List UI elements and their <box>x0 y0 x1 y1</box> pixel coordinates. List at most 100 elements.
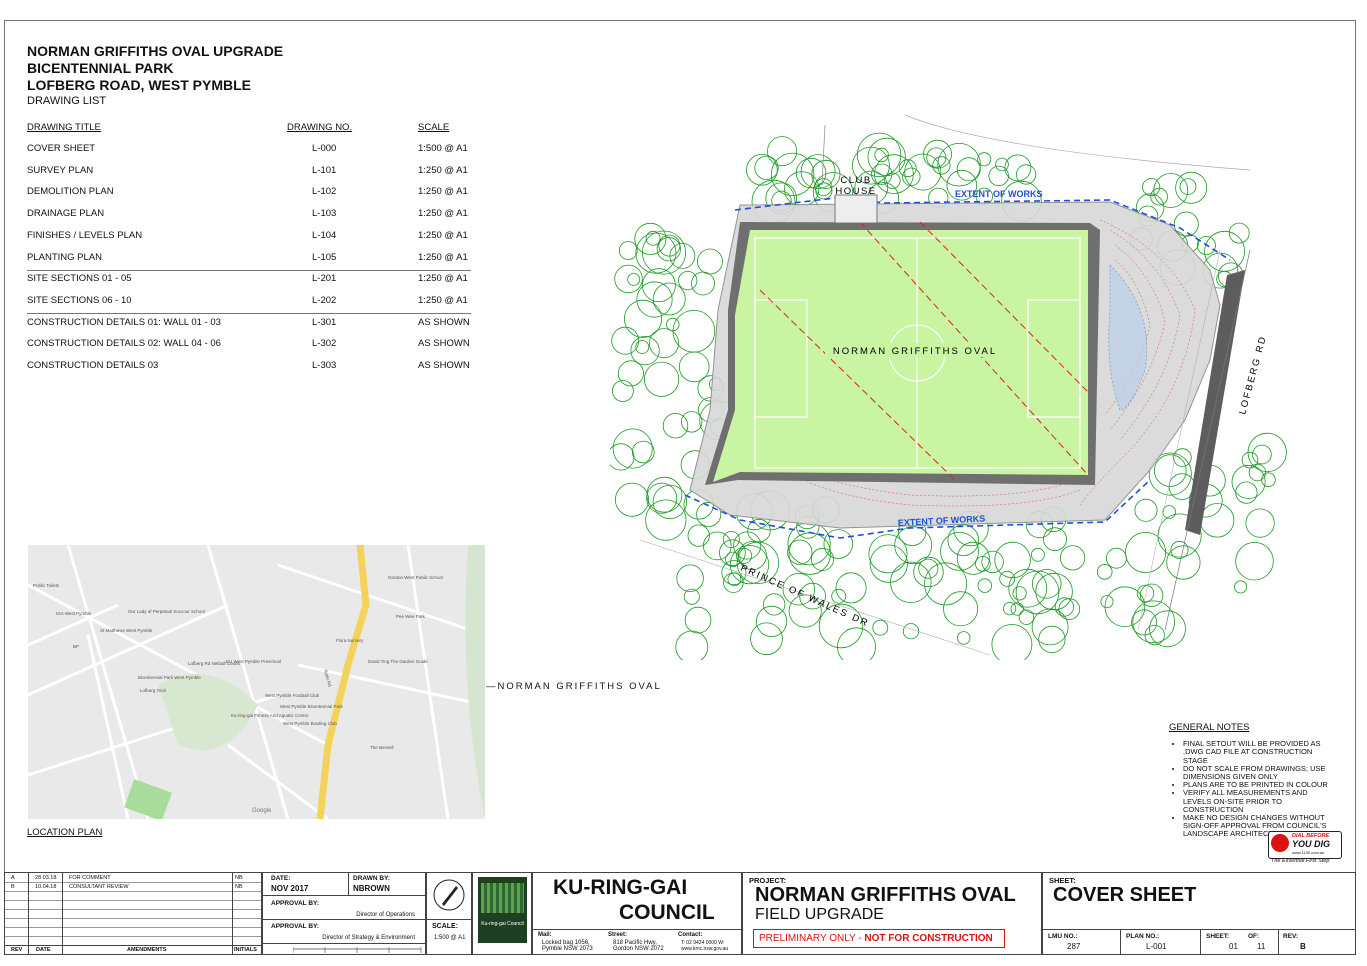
revision-header: REV DATE AMENDMENTS INITIALS <box>5 945 261 955</box>
drawing-scale: 1:250 @ A1 <box>418 208 468 220</box>
map-label: Bicentennial Park West Pymble <box>138 675 201 680</box>
drawing-number: L-202 <box>312 294 337 306</box>
tree-canopy <box>756 605 788 637</box>
project-block: PROJECT: NORMAN GRIFFITHS OVAL FIELD UPG… <box>742 872 1042 955</box>
revision-date: 28.03.18 <box>35 875 57 881</box>
revision-code: A <box>11 875 15 881</box>
drawing-list-row: SURVEY PLAN L-101 1:250 @ A1 <box>27 165 471 186</box>
map-label: KU West Pymble Preschool <box>226 659 281 664</box>
oval-label: NORMAN GRIFFITHS OVAL <box>833 346 997 357</box>
header-line-4: DRAWING LIST <box>27 95 107 107</box>
revision-initials: NB <box>235 875 243 881</box>
north-arrow-icon <box>433 879 465 911</box>
tree-canopy <box>1199 503 1235 538</box>
tree-canopy <box>614 482 650 517</box>
sheet-title: COVER SHEET <box>1053 884 1197 906</box>
council-logo: Ku-ring-gai Council <box>478 877 527 943</box>
date-value: NOV 2017 <box>271 884 309 893</box>
tree-canopy <box>614 264 643 294</box>
tree-canopy <box>1166 545 1201 580</box>
drawing-title: CONSTRUCTION DETAILS 02: WALL 04 - 06 <box>27 338 221 350</box>
drawing-list-row: FINISHES / LEVELS PLAN L-104 1:250 @ A1 <box>27 230 471 251</box>
map-label: Our Lady of Perpetual Succour School <box>128 609 205 614</box>
tree-canopy <box>1002 601 1017 616</box>
street-value: 818 Pacific Hwy, Gordon NSW 2072 <box>613 940 664 952</box>
contact-label: Contact: <box>678 932 703 938</box>
tree-canopy <box>1012 586 1027 601</box>
tree-canopy <box>643 361 680 397</box>
drawing-title: PLANTING PLAN <box>27 251 102 263</box>
map-label: Gordon West Public School <box>388 575 443 580</box>
drawing-scale: 1:250 @ A1 <box>418 251 468 263</box>
approval-block: DATE: NOV 2017 DRAWN BY: NBROWN APPROVAL… <box>262 872 426 955</box>
map-label: Ku-ring-gai Fitness And Aquatic Centre <box>231 713 309 718</box>
tree-canopy <box>991 624 1033 660</box>
drawing-title: FINISHES / LEVELS PLAN <box>27 229 143 241</box>
tree-canopy <box>1245 508 1275 538</box>
sheet-no-label: SHEET: <box>1206 933 1230 940</box>
approval-2-label: APPROVAL BY: <box>271 923 320 930</box>
tree-canopy <box>678 271 698 291</box>
tree-canopy <box>635 340 650 354</box>
drawing-title: CONSTRUCTION DETAILS 03 <box>27 360 159 371</box>
council-name-1: KU-RING-GAI <box>553 876 688 899</box>
tree-canopy <box>1018 609 1035 625</box>
drawing-number: L-101 <box>312 164 337 176</box>
drawing-title: DEMOLITION PLAN <box>27 186 114 198</box>
council-name-block: KU-RING-GAI COUNCIL Mail: Locked bag 105… <box>532 872 742 955</box>
drawing-list-divider <box>27 270 471 271</box>
map-label: Lofberg Oval <box>140 688 166 693</box>
tree-canopy <box>1010 602 1024 616</box>
header-line-3: LOFBERG ROAD, WEST PYMBLE <box>27 77 251 93</box>
tree-canopy <box>1004 154 1032 182</box>
council-name-2: COUNCIL <box>619 901 715 924</box>
tree-canopy <box>618 241 638 260</box>
sheet-block: SHEET: COVER SHEET LMU NO.: 287 PLAN NO.… <box>1042 872 1356 955</box>
tree-canopy <box>956 157 981 182</box>
tree-canopy <box>956 541 990 575</box>
map-label: David Ting The Garden Guide <box>368 659 428 664</box>
preliminary-stamp: PRELIMINARY ONLY - NOT FOR CONSTRUCTION <box>753 929 1005 948</box>
tree-canopy <box>672 310 716 353</box>
tree-canopy <box>1031 608 1069 646</box>
map-label: BP <box>73 644 79 649</box>
tree-canopy <box>675 630 709 660</box>
col-no-header: DRAWING NO. <box>287 122 353 133</box>
site-plan: CLUB HOUSE EXTENT OF WORKS EXTENT OF WOR… <box>610 114 1287 660</box>
map-label: Public Toilets <box>33 583 60 588</box>
tree-canopy <box>1235 542 1274 581</box>
tree-canopy <box>788 532 831 575</box>
drawing-scale: 1:500 @ A1 <box>418 143 468 154</box>
tree-canopy <box>645 499 687 541</box>
location-plan-caption: LOCATION PLAN <box>27 827 103 838</box>
tree-canopy <box>1173 211 1199 237</box>
drawing-number: L-000 <box>312 143 337 154</box>
drawing-title: DRAINAGE PLAN <box>27 208 105 220</box>
rev-header: REV <box>11 947 23 953</box>
drawing-number: L-301 <box>312 316 337 328</box>
drawing-number: L-302 <box>312 338 337 350</box>
mail-label: Mail: <box>538 932 552 938</box>
mail-value: Locked bag 1056, Pymble NSW 2073 <box>542 940 593 952</box>
map-label: Google <box>252 808 272 814</box>
of-value: 11 <box>1257 942 1266 951</box>
tree-canopy <box>642 230 687 275</box>
drawing-list-row: CONSTRUCTION DETAILS 03 L-303 AS SHOWN <box>27 360 471 381</box>
contact-value: T: 02 9424 0000 W: www.kmc.nsw.gov.au <box>681 940 729 952</box>
tree-canopy <box>1038 625 1066 654</box>
tree-canopy <box>937 143 981 187</box>
club-house-label-2: HOUSE <box>835 186 876 197</box>
tree-canopy <box>652 282 686 316</box>
tree-canopy <box>918 558 939 579</box>
preliminary-text: PRELIMINARY ONLY - <box>759 933 862 944</box>
drawing-title: CONSTRUCTION DETAILS 01: WALL 01 - 03 <box>27 316 221 328</box>
tree-canopy <box>902 623 920 640</box>
lofberg-road-label: LOFBERG RD <box>1237 334 1269 416</box>
drawing-list-row: COVER SHEET L-000 1:500 @ A1 <box>27 143 471 164</box>
project-name-2: FIELD UPGRADE <box>755 906 884 923</box>
note-item: DO NOT SCALE FROM DRAWINGS; USE DIMENSIO… <box>1183 764 1334 781</box>
revision-table: A 28.03.18 FOR COMMENT NB B 10.04.18 CONSULTAN… <box>4 872 262 955</box>
drawing-scale: 1:250 @ A1 <box>418 186 468 198</box>
plan-no-value: L-001 <box>1146 942 1167 951</box>
dial-before-you-dig-logo: DIAL BEFORE YOU DIG www.1100.com.au The … <box>1268 831 1342 866</box>
